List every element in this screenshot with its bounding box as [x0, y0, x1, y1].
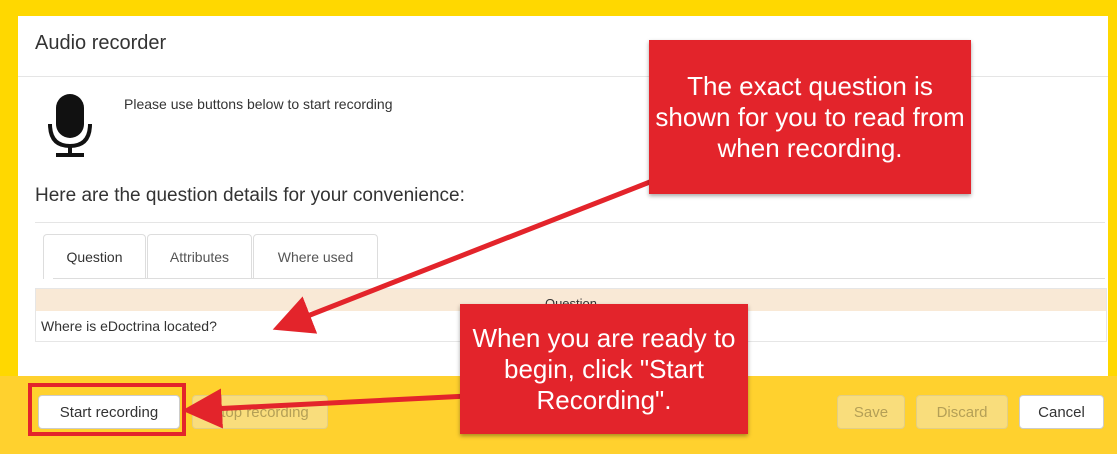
microphone-icon	[48, 94, 92, 165]
stop-recording-button[interactable]: Stop recording	[192, 395, 328, 429]
discard-button[interactable]: Discard	[916, 395, 1008, 429]
dialog-title: Audio recorder	[35, 32, 167, 54]
tab-label: Question	[66, 249, 123, 265]
callout-start: When you are ready to begin, click "Star…	[460, 304, 748, 434]
cancel-button[interactable]: Cancel	[1019, 395, 1104, 429]
callout-question-text: The exact question is shown for you to r…	[655, 70, 965, 163]
save-button[interactable]: Save	[837, 395, 905, 429]
tab-question[interactable]: Question	[43, 234, 146, 279]
tab-label: Attributes	[169, 248, 230, 265]
question-details-heading: Here are the question details for your c…	[35, 185, 465, 206]
tab-where-used[interactable]: Where used	[253, 234, 378, 278]
tab-label: Where used	[277, 248, 354, 265]
callout-start-text: When you are ready to begin, click "Star…	[472, 322, 736, 415]
tab-attributes[interactable]: Attributes	[147, 234, 252, 278]
callout-question: The exact question is shown for you to r…	[649, 40, 971, 194]
heading-divider	[35, 222, 1105, 223]
start-button-highlight	[28, 383, 186, 436]
tabs-baseline	[53, 278, 1105, 279]
recording-instruction: Please use buttons below to start record…	[124, 96, 393, 112]
